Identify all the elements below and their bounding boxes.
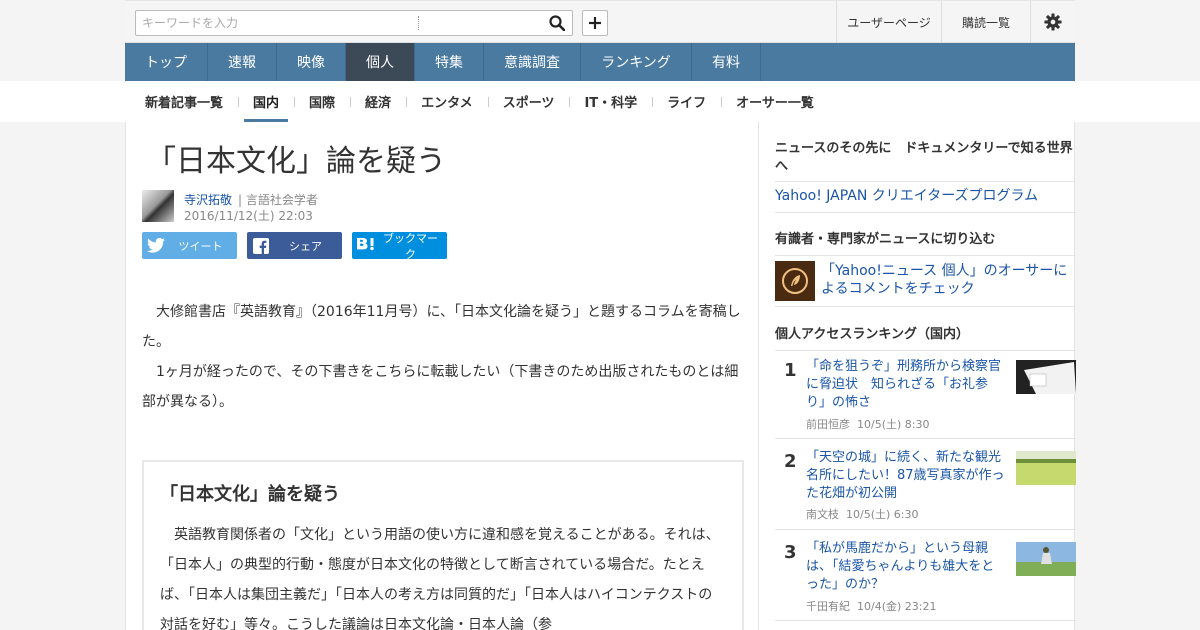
author-role: | 言語社会学者 xyxy=(238,193,318,207)
ranking-meta: 南文枝 10/5(土) 6:30 xyxy=(806,506,918,522)
nav-feature[interactable]: 特集 xyxy=(415,43,484,81)
user-page-link[interactable]: ユーザーページ xyxy=(836,1,941,43)
subnav-economy[interactable]: 経済 xyxy=(350,81,406,122)
ranking-author: 南文枝 xyxy=(806,508,839,521)
ranking-item[interactable]: 3 「私が馬鹿だから」という母親は、「結愛ちゃんよりも雄大をとった」のか？ 千田… xyxy=(775,540,1076,620)
facebook-share-button[interactable]: シェア xyxy=(247,232,342,259)
expert-heading: 有識者・専門家がニュースに切り込む xyxy=(775,232,996,247)
divider xyxy=(775,620,1076,621)
tweet-button[interactable]: ツイート xyxy=(142,232,237,259)
article-body: 大修館書店『英語教育』（2016年11月号）に、「日本文化論を疑う」と題するコラ… xyxy=(142,297,742,417)
hatena-bookmark-button[interactable]: ブックマーク xyxy=(352,231,447,261)
creators-program-link[interactable]: Yahoo! JAPAN クリエイターズプログラム xyxy=(775,187,1038,205)
nav-ranking[interactable]: ランキング xyxy=(581,43,692,81)
hatena-bookmark-label: ブックマーク xyxy=(383,231,438,261)
rank-number: 1 xyxy=(784,360,797,381)
sub-nav: 新着記事一覧 国内 国際 経済 エンタメ スポーツ IT・科学 ライフ オーサー… xyxy=(125,81,1075,122)
avatar[interactable] xyxy=(142,190,174,222)
article-paragraph: 大修館書店『英語教育』（2016年11月号）に、「日本文化論を疑う」と題するコラ… xyxy=(142,304,741,350)
divider xyxy=(775,529,1076,530)
author-comment-link[interactable]: 「Yahoo!ニュース 個人」のオーサーによるコメントをチェック xyxy=(821,262,1073,298)
content-area: 「日本文化」論を疑う 寺沢拓敬 | 言語社会学者 2016/11/12(土) 2… xyxy=(125,122,1076,630)
subnav-life[interactable]: ライフ xyxy=(652,81,721,122)
ranking-author: 前田恒彦 xyxy=(806,418,850,431)
gear-icon xyxy=(1044,13,1062,31)
subscriptions-link[interactable]: 購読一覧 xyxy=(941,1,1030,43)
divider xyxy=(775,181,1076,182)
ranking-title-link[interactable]: 「天空の城」に続く、新たな観光名所にしたい！87歳写真家が作った花畑が初公開 xyxy=(806,449,1006,503)
divider xyxy=(775,350,1076,351)
subnav-authors[interactable]: オーサー一覧 xyxy=(721,81,829,122)
search-box xyxy=(135,10,573,36)
page-title: 「日本文化」論を疑う xyxy=(146,144,446,179)
divider xyxy=(775,212,1076,213)
nav-paid[interactable]: 有料 xyxy=(692,43,761,81)
settings-button[interactable] xyxy=(1030,1,1075,43)
subnav-domestic[interactable]: 国内 xyxy=(238,81,294,122)
quoted-column-box: 「日本文化」論を疑う 英語教育関係者の「文化」という用語の使い方に違和感を覚える… xyxy=(142,460,744,630)
ranking-title-link[interactable]: 「命を狙うぞ」刑務所から検察官に脅迫状 知られざる「お礼参り」の怖さ xyxy=(806,358,1006,412)
ranking-date: 10/4(金) 23:21 xyxy=(857,600,937,613)
column-title: 「日本文化」論を疑う xyxy=(160,484,340,505)
author-comment-icon[interactable] xyxy=(775,261,815,301)
search-button[interactable] xyxy=(542,11,572,35)
rank-number: 3 xyxy=(784,542,797,563)
divider xyxy=(775,255,1076,256)
ranking-meta: 前田恒彦 10/5(土) 8:30 xyxy=(806,416,929,432)
divider xyxy=(775,306,1076,307)
ranking-author: 千田有紀 xyxy=(806,600,850,613)
rank-number: 2 xyxy=(784,451,797,472)
ranking-thumbnail[interactable] xyxy=(1016,451,1076,485)
nav-top[interactable]: トップ xyxy=(125,43,208,81)
nav-video[interactable]: 映像 xyxy=(277,43,346,81)
nav-survey[interactable]: 意識調査 xyxy=(484,43,581,81)
column-text: 英語教育関係者の「文化」という用語の使い方に違和感を覚えることがある。それは、「… xyxy=(160,527,720,630)
ranking-heading: 個人アクセスランキング（国内） xyxy=(775,327,969,342)
plus-icon xyxy=(589,17,601,29)
ranking-title-link[interactable]: 「私が馬鹿だから」という母親は、「結愛ちゃんよりも雄大をとった」のか？ xyxy=(806,540,1006,594)
article-paragraph: 1ヶ月が経ったので、その下書きをこちらに転載したい（下書きのため出版されたものと… xyxy=(142,364,739,410)
ranking-meta: 千田有紀 10/4(金) 23:21 xyxy=(806,598,936,614)
top-bar: ユーザーページ 購読一覧 xyxy=(125,0,1075,43)
ranking-date: 10/5(土) 8:30 xyxy=(857,418,930,431)
subnav-international[interactable]: 国際 xyxy=(294,81,350,122)
hatena-icon xyxy=(352,238,380,253)
author-name-link[interactable]: 寺沢拓敬 xyxy=(184,191,232,208)
ranking-thumbnail[interactable] xyxy=(1016,360,1076,394)
twitter-icon xyxy=(142,238,170,253)
article: 「日本文化」論を疑う 寺沢拓敬 | 言語社会学者 2016/11/12(土) 2… xyxy=(126,122,759,630)
subnav-sports[interactable]: スポーツ xyxy=(487,81,570,122)
ranking-thumbnail[interactable] xyxy=(1016,542,1076,576)
nav-personal[interactable]: 個人 xyxy=(346,43,415,81)
add-button[interactable] xyxy=(582,10,608,36)
main-nav: トップ 速報 映像 個人 特集 意識調査 ランキング 有料 xyxy=(125,43,1075,81)
top-right-links: ユーザーページ 購読一覧 xyxy=(836,1,1075,43)
subnav-entertainment[interactable]: エンタメ xyxy=(406,81,488,122)
nav-breaking[interactable]: 速報 xyxy=(208,43,277,81)
search-icon xyxy=(549,15,565,31)
subnav-it-science[interactable]: IT・科学 xyxy=(569,81,652,122)
quill-icon xyxy=(782,268,808,294)
ranking-item[interactable]: 1 「命を狙うぞ」刑務所から検察官に脅迫状 知られざる「お礼参り」の怖さ 前田恒… xyxy=(775,358,1076,438)
tweet-label: ツイート xyxy=(178,239,223,253)
divider xyxy=(775,438,1076,439)
publish-date: 2016/11/12(土) 22:03 xyxy=(184,209,313,223)
ranking-date: 10/5(土) 6:30 xyxy=(846,508,919,521)
subnav-latest[interactable]: 新着記事一覧 xyxy=(125,81,238,122)
facebook-share-label: シェア xyxy=(289,239,322,253)
search-input[interactable] xyxy=(136,11,416,35)
search-divider xyxy=(418,16,419,30)
ranking-item[interactable]: 2 「天空の城」に続く、新たな観光名所にしたい！87歳写真家が作った花畑が初公開… xyxy=(775,449,1076,529)
facebook-icon xyxy=(247,237,275,254)
documentary-heading: ニュースのその先に ドキュメンタリーで知る世界へ xyxy=(775,141,1073,174)
